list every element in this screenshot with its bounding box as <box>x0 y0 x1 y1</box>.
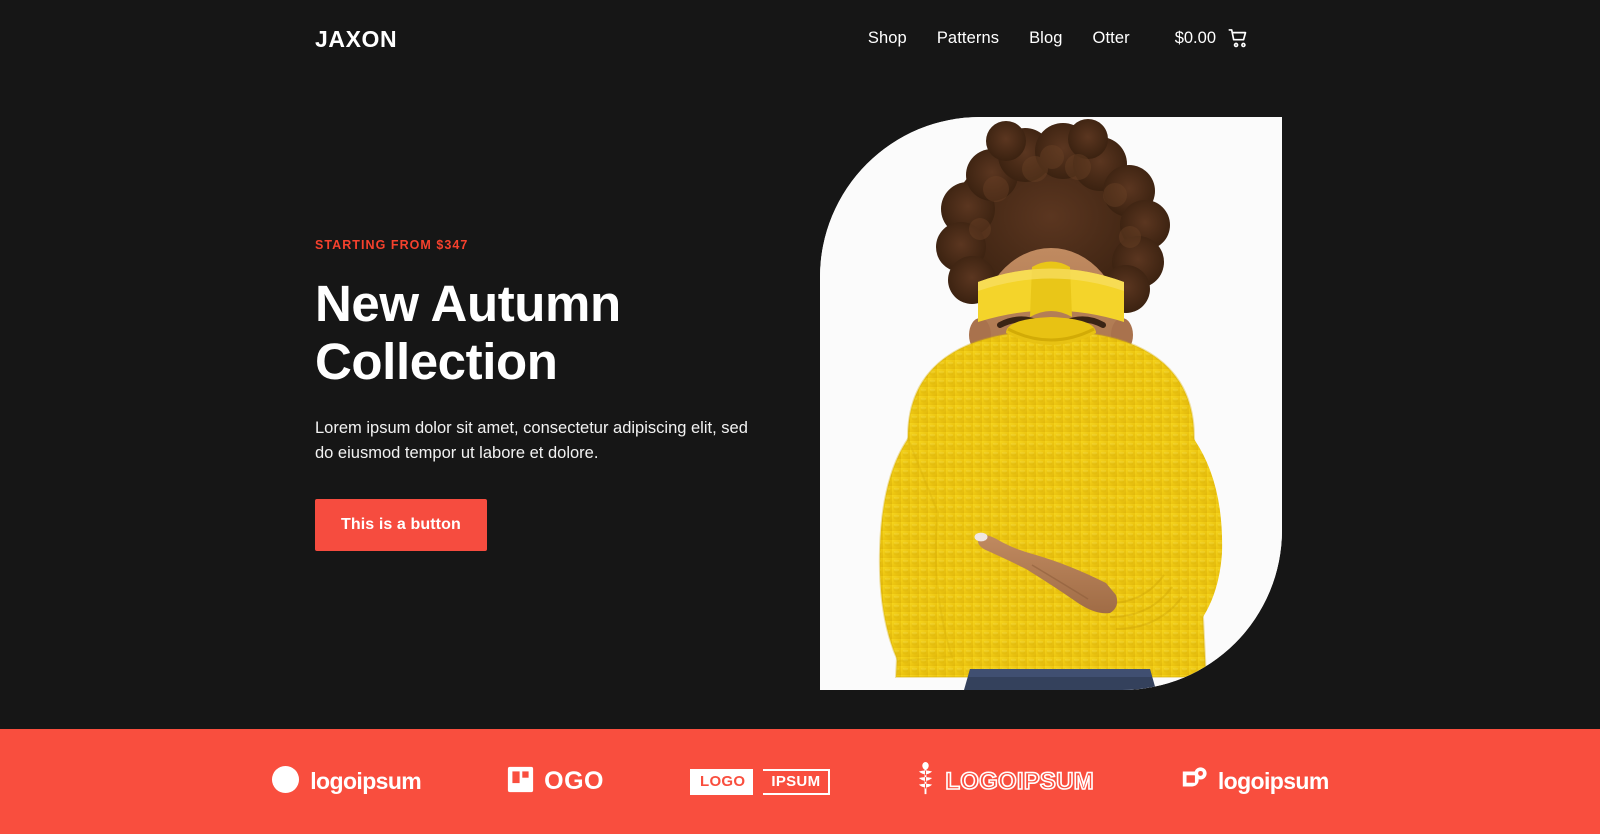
logo-wheat[interactable]: LOGOIPSUM <box>916 762 1095 801</box>
hero-eyebrow-price: STARTING FROM $347 <box>315 238 469 252</box>
nav-link-patterns[interactable]: Patterns <box>937 29 999 48</box>
logo-badge-left: LOGO <box>689 768 754 795</box>
split-circle-icon <box>271 765 300 799</box>
logo-square-circle-label: logoipsum <box>1217 768 1329 794</box>
wheat-icon <box>916 762 935 801</box>
hero-content: STARTING FROM $347 New Autumn Collection … <box>315 238 785 552</box>
nav-link-blog[interactable]: Blog <box>1029 29 1062 48</box>
main-navigation: Shop Patterns Blog Otter $0.00 <box>868 28 1249 49</box>
logo-wheat-label: LOGOIPSUM <box>945 767 1095 796</box>
cart-widget[interactable]: $0.00 <box>1175 28 1249 49</box>
brand-logo[interactable]: JAXON <box>315 26 397 53</box>
square-l-icon <box>507 766 534 798</box>
cart-total: $0.00 <box>1174 29 1216 47</box>
logo-badge-right: IPSUM <box>763 768 831 795</box>
logo-square-l[interactable]: OGO <box>507 764 604 800</box>
shopping-cart-icon[interactable] <box>1228 28 1249 49</box>
hero-title-line-2: Collection <box>315 333 558 391</box>
model-photo <box>820 117 1282 690</box>
hero-subtitle: Lorem ipsum dolor sit amet, consectetur … <box>315 419 748 463</box>
hero-cta-button[interactable]: This is a button <box>315 499 487 552</box>
logo-badge-pair[interactable]: LOGO IPSUM <box>689 768 831 795</box>
square-circle-icon <box>1180 765 1208 798</box>
landing-page: JAXON Shop Patterns Blog Otter $0.00 STA… <box>0 0 1600 834</box>
partner-logo-band: logoipsum OGO LOGO IPSUM LOGOIPSUM logoi… <box>0 729 1600 834</box>
nav-link-otter[interactable]: Otter <box>1093 29 1130 48</box>
logo-split-circle-label: logoipsum <box>310 768 422 794</box>
logo-split-circle[interactable]: logoipsum <box>271 764 422 800</box>
hero-image <box>820 117 1282 690</box>
site-header: JAXON Shop Patterns Blog Otter $0.00 <box>0 0 1600 80</box>
hero-title-line-1: New Autumn <box>315 275 621 332</box>
nav-link-shop[interactable]: Shop <box>868 29 907 48</box>
logo-square-l-label: OGO <box>544 767 604 795</box>
logo-square-circle[interactable]: logoipsum <box>1180 764 1329 800</box>
hero-title: New Autumn Collection <box>315 275 785 391</box>
